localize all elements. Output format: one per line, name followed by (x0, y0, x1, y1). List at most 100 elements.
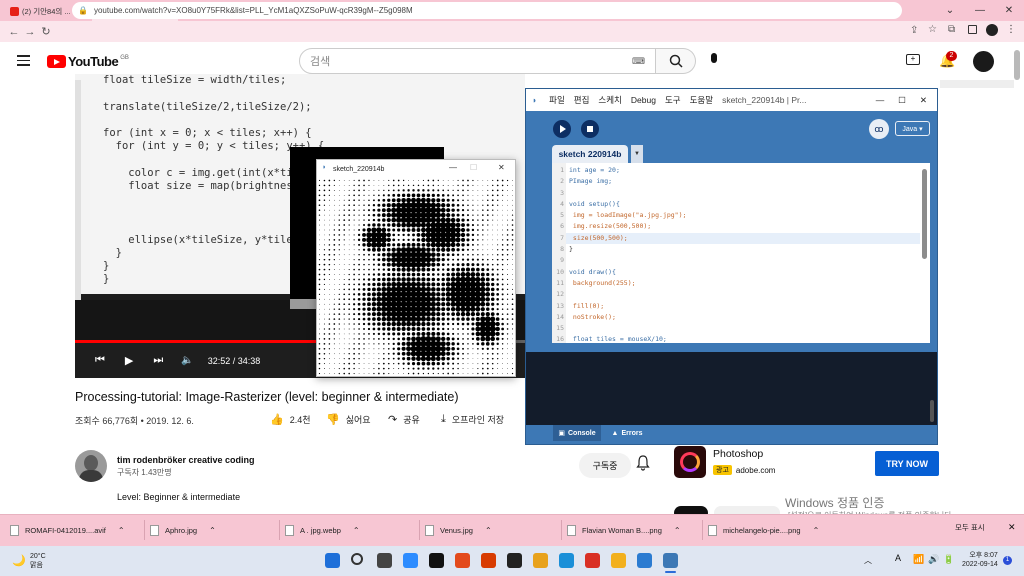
raster-dot (507, 219, 509, 221)
back-icon[interactable]: ← (6, 26, 22, 38)
sketch-minimize-icon[interactable]: — (449, 163, 457, 172)
download-chevron-icon[interactable]: ⌃ (209, 526, 216, 535)
menu-debug[interactable]: Debug (631, 95, 656, 105)
youtube-logo[interactable]: YouTube GB (47, 54, 129, 69)
mode-selector[interactable]: Java ▾ (895, 121, 930, 136)
console-scrollbar[interactable] (930, 400, 934, 422)
menu-file[interactable]: 파일 (549, 94, 565, 106)
processing-app-icon[interactable] (663, 553, 678, 568)
menu-sketch[interactable]: 스케치 (598, 94, 621, 106)
keyboard-icon[interactable]: ⌨ (632, 56, 645, 67)
extensions-icon[interactable]: ⧉ (948, 24, 955, 35)
download-item[interactable]: Aphro.jpg ⌃ (150, 520, 216, 540)
share-button[interactable]: ↷ 공유 (388, 413, 420, 426)
rasterized-image-canvas[interactable] (317, 178, 515, 376)
debugger-icon[interactable]: ꝏ (869, 119, 889, 139)
search-icon[interactable] (351, 553, 363, 565)
raster-dot (381, 227, 387, 233)
tab-search-icon[interactable]: ⌄ (935, 0, 965, 21)
windows-start-icon[interactable] (325, 553, 340, 568)
sidebar-icon[interactable] (968, 25, 977, 34)
tab-menu-chevron-icon[interactable]: ▼ (631, 145, 643, 163)
like-button[interactable]: 👍 2.4천 (270, 413, 311, 426)
weather-moon-icon[interactable]: 🌙 (12, 554, 26, 567)
reload-icon[interactable]: ↻ (38, 25, 54, 38)
create-video-icon[interactable]: + (906, 54, 920, 65)
raster-dot (391, 212, 397, 218)
dislike-button[interactable]: 👎 싫어요 (326, 413, 371, 426)
errors-tab[interactable]: ▲ Errors (607, 425, 647, 441)
download-chevron-icon[interactable]: ⌃ (118, 526, 125, 535)
file-explorer-icon[interactable] (611, 553, 626, 568)
url-field[interactable]: 🔒 youtube.com/watch?v=XO8u0Y75FRk&list=P… (72, 2, 902, 19)
ide-minimize-icon[interactable]: — (876, 95, 885, 105)
channel-avatar[interactable] (75, 450, 107, 482)
raster-dot (487, 254, 489, 256)
volume-tray-icon[interactable]: 🔊 (928, 554, 939, 565)
search-button[interactable] (656, 48, 696, 74)
close-downloads-icon[interactable]: ✕ (1008, 522, 1016, 533)
stop-button[interactable] (581, 120, 599, 138)
download-item[interactable]: ROMAFI-0412019....avif ⌃ (10, 520, 125, 540)
wifi-icon[interactable]: 📶 (913, 554, 924, 565)
run-button[interactable] (553, 120, 571, 138)
download-item[interactable]: Flavian Woman B....png ⌃ (567, 520, 681, 540)
channel-name[interactable]: tim rodenbröker creative coding (117, 455, 255, 465)
ide-close-icon[interactable]: ✕ (920, 95, 927, 106)
subscribed-button[interactable]: 구독중 (579, 453, 631, 478)
download-button[interactable]: ⤓ 오프라인 저장 (441, 413, 504, 426)
download-item[interactable]: michelangelo-pie....png ⌃ (708, 520, 819, 540)
account-avatar[interactable] (973, 51, 994, 72)
zoom-app-icon[interactable] (403, 553, 418, 568)
search-input[interactable]: 검색 ⌨ (299, 48, 656, 74)
notification-center-icon[interactable]: 1 (1003, 556, 1012, 565)
editor-scrollbar[interactable] (920, 163, 930, 343)
download-chevron-icon[interactable]: ⌃ (485, 526, 492, 535)
office-icon[interactable] (481, 553, 496, 568)
sketch-close-icon[interactable]: ✕ (498, 163, 505, 172)
menu-edit[interactable]: 편집 (574, 94, 590, 106)
download-chevron-icon[interactable]: ⌃ (813, 526, 820, 535)
hamburger-menu-icon[interactable] (17, 55, 30, 66)
download-item[interactable]: A . jpg.webp ⌃ (285, 520, 360, 540)
sketch-tab[interactable]: sketch 220914b (552, 145, 628, 163)
previous-icon[interactable]: ⏮ (95, 354, 105, 367)
share-icon[interactable]: ⇪ (910, 25, 918, 36)
show-all-downloads-button[interactable]: 모두 표시 (955, 522, 985, 533)
menu-tools[interactable]: 도구 (665, 94, 681, 106)
try-now-button[interactable]: TRY NOW (875, 451, 939, 476)
taskbar-clock[interactable]: 오후 8:07 2022-09-14 (962, 551, 998, 569)
console-tab[interactable]: ▣ Console (553, 425, 601, 441)
weather-widget[interactable]: 20°C 맑음 (30, 552, 46, 570)
kebab-menu-icon[interactable]: ⋮ (1006, 24, 1016, 35)
ide-maximize-icon[interactable]: ☐ (898, 95, 906, 106)
edge-icon[interactable] (559, 553, 574, 568)
next-icon[interactable]: ⏭ (153, 354, 163, 367)
channel-bell-icon[interactable] (636, 455, 654, 475)
volume-icon[interactable]: 🔈 (181, 355, 193, 366)
download-item[interactable]: Venus.jpg ⌃ (425, 520, 492, 540)
download-chevron-icon[interactable]: ⌃ (353, 526, 360, 535)
console-area[interactable] (526, 352, 937, 425)
raster-dot (457, 357, 460, 360)
vscode-icon[interactable] (637, 553, 652, 568)
profile-avatar[interactable] (986, 24, 998, 36)
page-scrollbar[interactable] (1014, 50, 1020, 80)
battery-icon[interactable]: 🔋 (943, 554, 954, 565)
task-view-icon[interactable] (377, 553, 392, 568)
close-window-icon[interactable]: ✕ (994, 0, 1024, 21)
minimize-icon[interactable]: — (965, 0, 995, 21)
forward-icon[interactable]: → (22, 26, 38, 38)
download-chevron-icon[interactable]: ⌃ (674, 526, 681, 535)
notion-icon[interactable] (507, 553, 522, 568)
chrome-profile-icon[interactable] (585, 553, 600, 568)
media-player-icon[interactable] (455, 553, 470, 568)
chrome-icon[interactable] (533, 553, 548, 568)
menu-help[interactable]: 도움말 (690, 94, 713, 106)
netflix-icon[interactable] (429, 553, 444, 568)
input-language[interactable]: A (895, 553, 901, 563)
tray-chevron-icon[interactable]: ︿ (864, 555, 872, 566)
play-icon[interactable]: ▶ (125, 354, 133, 367)
bookmark-star-icon[interactable]: ☆ (928, 24, 937, 35)
mic-icon[interactable] (709, 53, 719, 68)
